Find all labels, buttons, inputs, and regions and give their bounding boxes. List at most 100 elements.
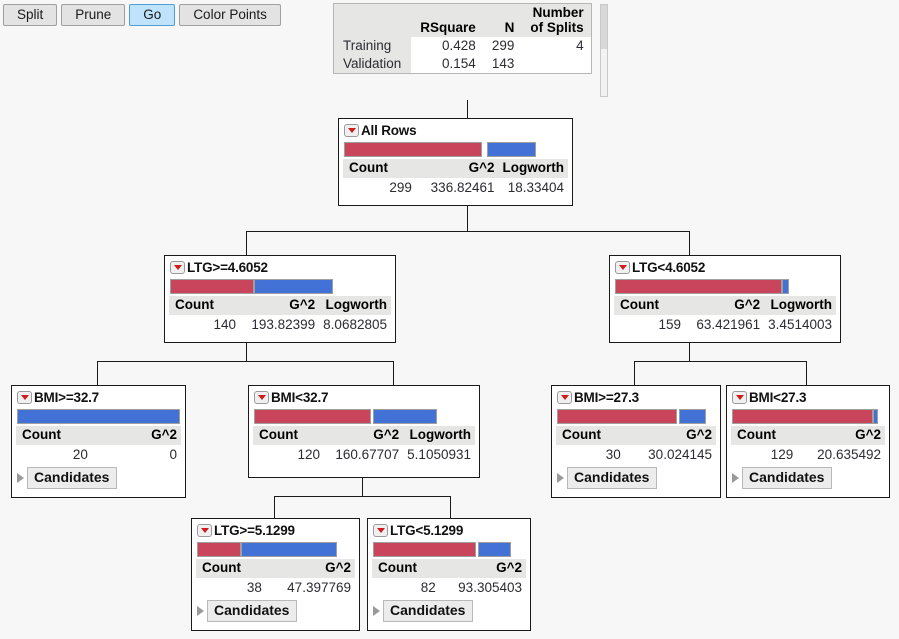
node-proportion-bar [615,279,835,294]
node-proportion-bar [732,409,884,424]
stat-value-g2: 193.82399 [251,317,316,332]
summary-validation-splits [521,55,591,73]
connector-bmi-lt-32-down [362,478,363,496]
connector-ltg-ge-down [246,343,247,361]
stat-value-logworth: 8.0682805 [323,317,387,332]
split-button[interactable]: Split [3,4,58,26]
node-label: LTG>=5.1299 [214,522,295,538]
stat-value-logworth: 18.33404 [507,180,564,195]
red-triangle-menu-icon[interactable] [17,391,32,404]
node-label: BMI>=27.3 [574,389,639,405]
stat-header-count: Count [343,159,416,178]
node-stats-table: Count G^2 38 47.397769 [196,559,355,597]
candidates-label[interactable]: Candidates [742,467,833,489]
connector-to-bmi-ge-32 [97,361,98,385]
stat-value-g2: 93.305403 [458,580,522,595]
candidates-label[interactable]: Candidates [207,600,298,622]
summary-training-splits: 4 [521,37,591,55]
candidates-disclosure[interactable]: Candidates [196,600,355,622]
toolbar: Split Prune Go Color Points [0,0,281,34]
summary-scrollbar-thumb[interactable] [601,5,607,49]
summary-row-label-validation: Validation [334,55,412,73]
stat-value-count: 38 [246,580,262,595]
tree-node-bmi-lt-32-7[interactable]: BMI<32.7 Count G^2 Logworth 120 160.6770… [248,385,480,478]
stat-value-count: 129 [770,447,794,462]
tree-node-all-rows[interactable]: All Rows Count G^2 Logworth 299 336.8246… [338,118,573,206]
stat-value-count: 140 [213,317,236,332]
candidates-label[interactable]: Candidates [27,467,118,489]
chevron-right-icon[interactable] [197,606,204,616]
candidates-disclosure[interactable]: Candidates [16,467,181,489]
candidates-label[interactable]: Candidates [567,467,658,489]
chevron-right-icon[interactable] [373,606,380,616]
stat-value-count: 120 [297,447,320,462]
tree-node-ltg-ge-5-1299[interactable]: LTG>=5.1299 Count G^2 38 47.397769 Candi… [191,518,360,631]
stat-header-g2: G^2 [265,559,355,578]
red-triangle-menu-icon[interactable] [732,391,747,404]
summary-header-n: N [482,4,522,37]
go-button[interactable]: Go [129,4,176,26]
summary-training-n: 299 [482,37,522,55]
red-triangle-menu-icon[interactable] [373,524,388,537]
stat-value-g2: 63.421961 [696,317,761,332]
candidates-label[interactable]: Candidates [383,600,474,622]
connector-level2-left-span [97,361,393,362]
node-title-ltg-ge-4-6052: LTG>=4.6052 [169,259,391,276]
node-proportion-bar [170,279,390,294]
connector-level3-span [274,496,450,497]
summary-scrollbar[interactable] [600,4,608,97]
connector-level2-right-span [634,361,806,362]
node-stats-table: Count G^2 129 20.635492 [731,426,885,464]
stat-value-count: 20 [72,447,88,462]
tree-node-bmi-ge-32-7[interactable]: BMI>=32.7 Count G^2 20 0 Candidates [11,385,186,498]
prune-button[interactable]: Prune [61,4,126,26]
summary-header-rsquare: RSquare [411,4,483,37]
candidates-disclosure[interactable]: Candidates [556,467,716,489]
tree-node-bmi-ge-27-3[interactable]: BMI>=27.3 Count G^2 30 30.024145 Candida… [551,385,721,498]
chevron-right-icon[interactable] [557,473,564,483]
color-points-button[interactable]: Color Points [179,4,281,26]
node-title-bmi-lt-27-3: BMI<27.3 [731,389,885,406]
red-triangle-menu-icon[interactable] [557,391,572,404]
node-label: LTG>=4.6052 [187,259,268,275]
node-title-bmi-ge-27-3: BMI>=27.3 [556,389,716,406]
chevron-right-icon[interactable] [17,473,24,483]
red-triangle-menu-icon[interactable] [254,391,269,404]
tree-node-ltg-lt-4-6052[interactable]: LTG<4.6052 Count G^2 Logworth 159 63.421… [609,255,841,343]
red-triangle-menu-icon[interactable] [615,261,630,274]
stat-header-logworth: Logworth [319,296,391,315]
stat-value-count: 299 [389,180,412,195]
stat-header-count: Count [196,559,266,578]
tree-node-ltg-ge-4-6052[interactable]: LTG>=4.6052 Count G^2 Logworth 140 193.8… [164,255,396,343]
connector-root-stem [467,100,468,118]
stat-value-g2: 336.82461 [430,180,495,195]
chevron-right-icon[interactable] [732,473,739,483]
summary-row-label-training: Training [334,37,412,55]
connector-to-ltg-ge [246,231,247,255]
node-stats-table: Count G^2 Logworth 299 336.82461 18.3340… [343,159,568,197]
summary-training-rsquare: 0.428 [411,37,483,55]
stat-header-g2: G^2 [685,296,765,315]
candidates-disclosure[interactable]: Candidates [731,467,885,489]
node-stats-table: Count G^2 82 93.305403 [372,559,526,597]
node-stats-table: Count G^2 30 30.024145 [556,426,716,464]
node-title-ltg-ge-5-1299: LTG>=5.1299 [196,522,355,539]
stat-header-g2: G^2 [240,296,320,315]
connector-to-bmi-ge-27 [634,361,635,385]
table-row: Validation 0.154 143 [334,55,591,73]
connector-to-bmi-lt-27 [806,361,807,385]
candidates-disclosure[interactable]: Candidates [372,600,526,622]
tree-node-ltg-lt-5-1299[interactable]: LTG<5.1299 Count G^2 82 93.305403 Candid… [367,518,531,631]
red-triangle-menu-icon[interactable] [344,124,359,137]
node-label: LTG<5.1299 [390,522,464,538]
connector-to-ltg-lt [689,231,690,255]
stat-header-count: Count [556,426,625,445]
stat-value-g2: 160.67707 [335,447,400,462]
fit-summary-table: RSquare N Number of Splits Training 0.428… [333,3,592,74]
red-triangle-menu-icon[interactable] [197,524,212,537]
stat-value-g2: 47.397769 [287,580,351,595]
node-proportion-bar [197,542,354,557]
tree-node-bmi-lt-27-3[interactable]: BMI<27.3 Count G^2 129 20.635492 Candida… [726,385,890,498]
red-triangle-menu-icon[interactable] [170,261,185,274]
stat-header-count: Count [372,559,440,578]
